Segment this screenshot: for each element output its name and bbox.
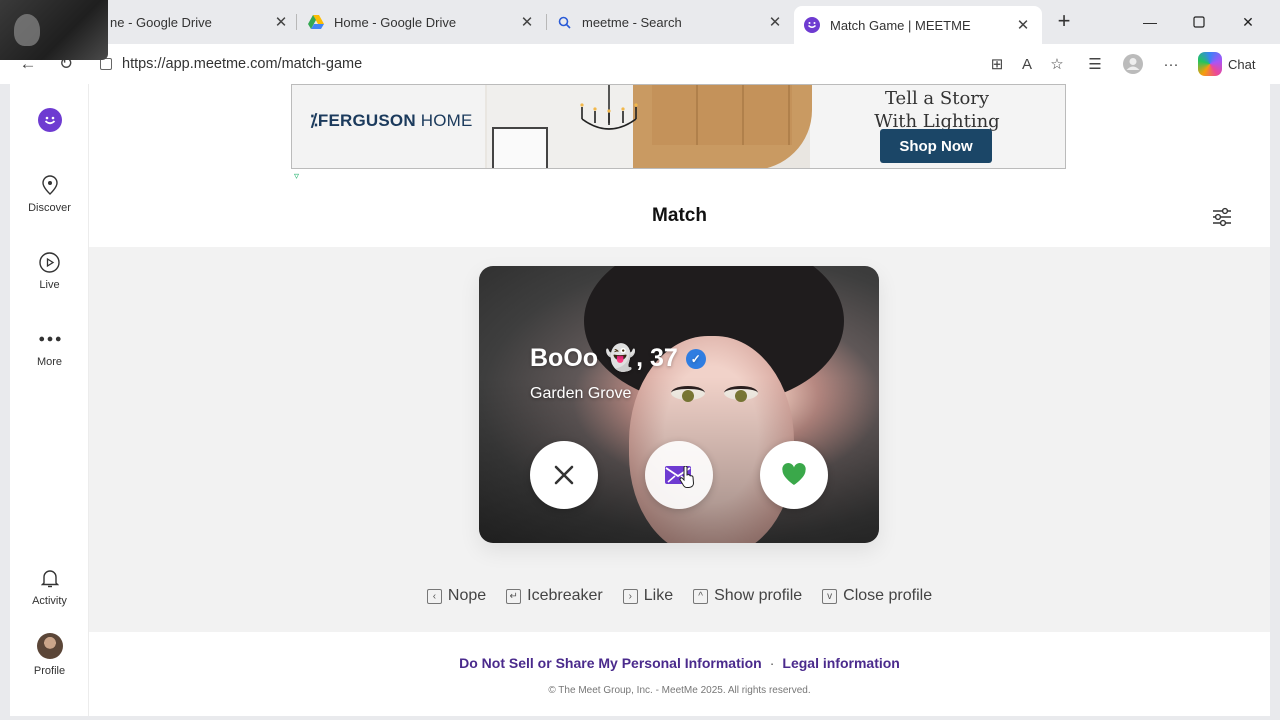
left-key-icon: ‹ bbox=[426, 588, 442, 604]
verified-badge-icon: ✓ bbox=[685, 348, 706, 369]
address-bar: ← ↻ https://app.meetme.com/match-game ⊞ … bbox=[0, 44, 1280, 84]
url-input[interactable]: https://app.meetme.com/match-game bbox=[92, 48, 1076, 80]
like-button[interactable] bbox=[760, 441, 828, 509]
sidebar-item-more[interactable]: More bbox=[10, 328, 89, 368]
window-close-icon[interactable]: ✕ bbox=[1236, 10, 1260, 34]
sidebar-item-discover[interactable]: Discover bbox=[10, 174, 89, 214]
shortcut-label: Nope bbox=[447, 587, 487, 604]
meetme-logo-icon[interactable] bbox=[38, 108, 62, 132]
tab-title: Match Game | MEETME bbox=[830, 17, 971, 33]
ad-brand: ⁒FERGUSON HOME bbox=[310, 111, 473, 130]
match-area: BoOo 👻, 37 ✓ Garden Grove ‹ Nope ↵ Icebr… bbox=[89, 247, 1270, 632]
legal-information-link[interactable]: Legal information bbox=[782, 655, 899, 671]
up-key-icon: ^ bbox=[693, 588, 709, 604]
hand-cursor-icon bbox=[679, 466, 695, 488]
ad-cabinet-image bbox=[652, 85, 792, 145]
tab-title: Home - Google Drive bbox=[334, 14, 457, 30]
shortcut-label: Like bbox=[643, 587, 674, 604]
favorites-list-icon[interactable]: ☰ bbox=[1084, 53, 1106, 75]
right-key-icon: › bbox=[622, 588, 638, 604]
more-dots-icon bbox=[38, 328, 61, 350]
chat-label: Chat bbox=[1228, 56, 1256, 72]
browser-tab-bar: ne - Google Drive ✕ Home - Google Drive … bbox=[0, 0, 1280, 60]
meetme-logo-icon bbox=[804, 17, 820, 33]
close-icon[interactable]: ✕ bbox=[766, 13, 784, 31]
shortcut-close-profile: v Close profile bbox=[822, 587, 932, 605]
sidebar-item-profile[interactable]: Profile bbox=[10, 633, 89, 677]
ad-choices-icon[interactable]: ▿ bbox=[294, 172, 304, 182]
advertisement-banner[interactable]: ⁒FERGUSON HOME Tell a Story With Lightin… bbox=[291, 84, 1066, 169]
shortcut-label: Icebreaker bbox=[527, 587, 603, 604]
read-aloud-icon[interactable]: A bbox=[1016, 53, 1038, 75]
close-icon[interactable]: ✕ bbox=[272, 13, 290, 31]
shortcut-label: Show profile bbox=[714, 587, 803, 604]
bell-icon bbox=[39, 567, 61, 589]
google-drive-icon bbox=[308, 14, 324, 30]
tab-title: meetme - Search bbox=[582, 14, 682, 30]
profile-username: BoOo 👻 bbox=[530, 344, 637, 372]
new-tab-button[interactable]: + bbox=[1052, 10, 1076, 34]
profile-name: BoOo 👻, 37 ✓ bbox=[530, 344, 706, 373]
filter-settings-icon[interactable] bbox=[1211, 206, 1233, 228]
chandelier-image bbox=[580, 85, 638, 130]
close-x-icon bbox=[554, 465, 574, 485]
play-circle-icon bbox=[39, 251, 61, 273]
avatar bbox=[36, 633, 63, 659]
favorite-star-icon[interactable]: ☆ bbox=[1046, 53, 1068, 75]
shortcut-show-profile: ^ Show profile bbox=[693, 587, 802, 605]
profile-card[interactable]: BoOo 👻, 37 ✓ Garden Grove bbox=[479, 266, 879, 543]
keyboard-shortcuts: ‹ Nope ↵ Icebreaker › Like ^ Show profil… bbox=[89, 587, 1270, 605]
sidebar-item-label: More bbox=[36, 356, 63, 368]
shortcut-label: Close profile bbox=[843, 587, 933, 604]
tab-google-drive-1[interactable]: ne - Google Drive ✕ bbox=[100, 6, 300, 38]
app-available-icon[interactable]: ⊞ bbox=[986, 53, 1008, 75]
nope-button[interactable] bbox=[530, 441, 598, 509]
sidebar-item-label: Live bbox=[39, 279, 60, 291]
ad-brand-suffix: HOME bbox=[420, 111, 473, 130]
copyright-text: © The Meet Group, Inc. - MeetMe 2025. Al… bbox=[548, 685, 811, 696]
tab-title: ne - Google Drive bbox=[110, 14, 212, 30]
enter-key-icon: ↵ bbox=[506, 588, 522, 604]
down-key-icon: v bbox=[822, 588, 838, 604]
shortcut-nope: ‹ Nope bbox=[426, 587, 487, 605]
tab-match-game[interactable]: Match Game | MEETME ✕ bbox=[794, 6, 1042, 44]
shop-now-button[interactable]: Shop Now bbox=[880, 129, 992, 163]
sidebar-item-live[interactable]: Live bbox=[10, 251, 89, 291]
minimize-icon[interactable]: — bbox=[1138, 10, 1162, 34]
match-header: Match bbox=[89, 189, 1270, 245]
shortcut-icebreaker: ↵ Icebreaker bbox=[506, 587, 603, 605]
tab-meetme-search[interactable]: meetme - Search ✕ bbox=[546, 6, 794, 38]
ad-headline: Tell a Story With Lighting bbox=[874, 88, 1000, 132]
browser-profile-icon[interactable] bbox=[1122, 53, 1144, 75]
page-title: Match bbox=[652, 205, 707, 226]
left-sidebar: Discover Live More Activity Profile bbox=[10, 84, 89, 716]
shortcut-like: › Like bbox=[622, 587, 674, 605]
copilot-icon bbox=[1198, 52, 1222, 76]
profile-age: , 37 bbox=[636, 344, 678, 372]
ad-window-image bbox=[492, 127, 548, 168]
profile-city: Garden Grove bbox=[530, 385, 632, 402]
url-text: https://app.meetme.com/match-game bbox=[122, 56, 363, 72]
main-content: ⁒FERGUSON HOME Tell a Story With Lightin… bbox=[89, 84, 1270, 716]
webcam-overlay bbox=[0, 0, 108, 60]
sidebar-item-label: Discover bbox=[28, 202, 71, 214]
sidebar-item-label: Activity bbox=[32, 595, 67, 607]
search-icon bbox=[556, 14, 572, 30]
sidebar-item-activity[interactable]: Activity bbox=[10, 567, 89, 607]
tab-google-drive-2[interactable]: Home - Google Drive ✕ bbox=[298, 6, 546, 38]
meetme-page: Discover Live More Activity Profile ⁒FER… bbox=[10, 84, 1270, 716]
settings-more-icon[interactable]: ··· bbox=[1160, 53, 1182, 75]
maximize-icon[interactable] bbox=[1187, 10, 1211, 34]
do-not-sell-link[interactable]: Do Not Sell or Share My Personal Informa… bbox=[459, 655, 762, 671]
close-icon[interactable]: ✕ bbox=[518, 13, 536, 31]
heart-icon bbox=[782, 463, 806, 485]
location-pin-icon bbox=[39, 174, 61, 196]
footer-links: Do Not Sell or Share My Personal Informa… bbox=[459, 655, 900, 671]
close-icon[interactable]: ✕ bbox=[1014, 16, 1032, 34]
copilot-chat-button[interactable]: Chat bbox=[1198, 50, 1255, 78]
sidebar-item-label: Profile bbox=[33, 665, 66, 677]
